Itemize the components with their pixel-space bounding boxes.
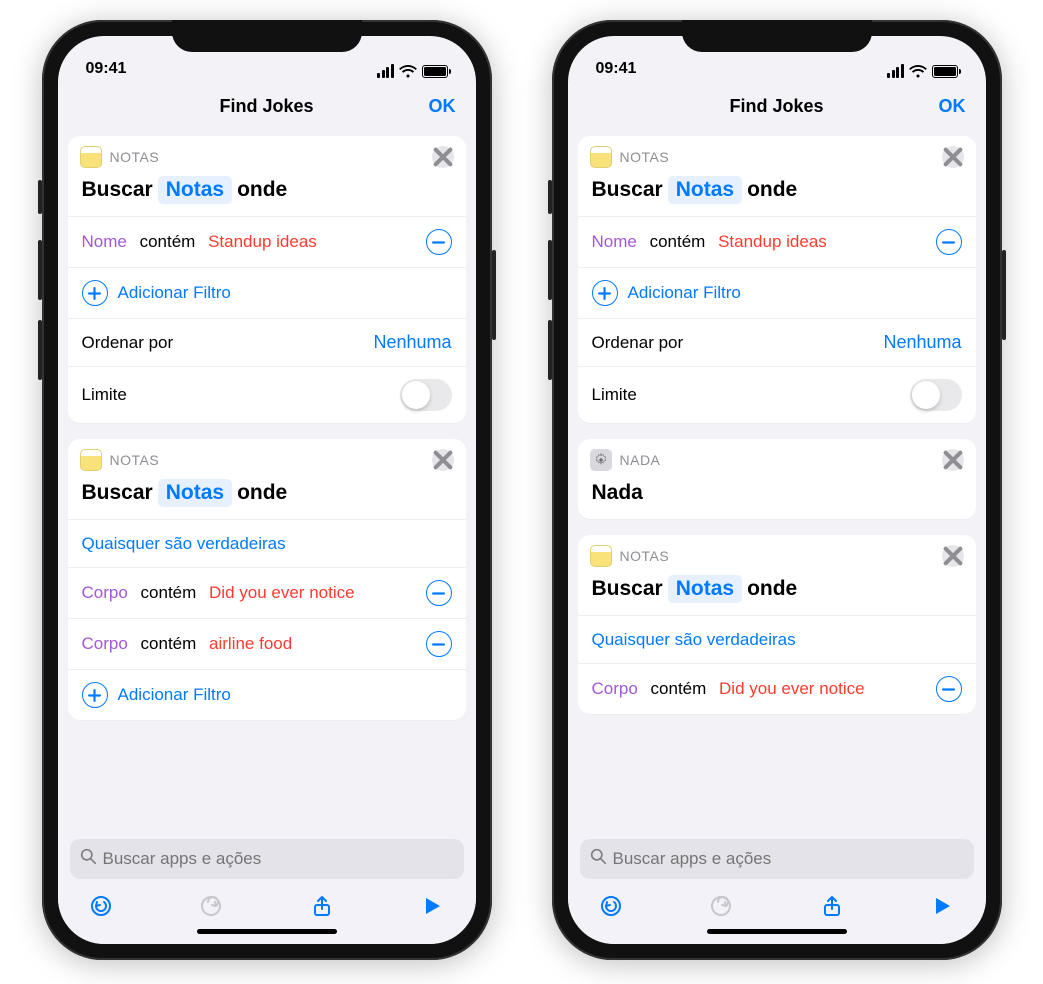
close-card-button[interactable] [432, 449, 454, 471]
search-bar[interactable] [580, 839, 974, 879]
search-bar[interactable] [70, 839, 464, 879]
nav-bar: Find Jokes OK [568, 82, 986, 130]
gear-app-icon [590, 449, 612, 471]
ok-button[interactable]: OK [429, 96, 456, 117]
action-card-find-notes-2: NOTAS Buscar Notas onde Quaisquer são ve… [578, 535, 976, 714]
notes-app-icon [590, 545, 612, 567]
add-filter-button[interactable]: Adicionar Filtro [578, 267, 976, 318]
plus-icon [82, 682, 108, 708]
notes-app-icon [80, 449, 102, 471]
home-indicator[interactable] [197, 929, 337, 934]
action-card-nada: NADA Nada [578, 439, 976, 519]
plus-icon [592, 280, 618, 306]
cellular-icon [377, 64, 394, 78]
page-title: Find Jokes [729, 96, 823, 117]
limit-toggle[interactable] [910, 379, 962, 411]
card-app-label: NOTAS [110, 149, 160, 165]
search-input[interactable] [103, 849, 454, 869]
sort-value[interactable]: Nenhuma [883, 332, 961, 353]
close-card-button[interactable] [942, 146, 964, 168]
filter-row[interactable]: Corpo contém Did you ever notice [578, 663, 976, 714]
any-true-row[interactable]: Quaisquer são verdadeiras [578, 615, 976, 663]
sort-value[interactable]: Nenhuma [373, 332, 451, 353]
action-card-find-notes-2: NOTAS Buscar Notas onde Quaisquer são ve… [68, 439, 466, 720]
filter-row[interactable]: Nome contém Standup ideas [68, 216, 466, 267]
search-input[interactable] [613, 849, 964, 869]
filter-row[interactable]: Corpo contém airline food [68, 618, 466, 669]
wifi-icon [399, 65, 417, 78]
close-card-button[interactable] [942, 449, 964, 471]
card-action-title: Buscar Notas onde [68, 174, 466, 216]
notes-token[interactable]: Notas [668, 575, 742, 603]
action-card-find-notes-1: NOTAS Buscar Notas onde Nome contém Stan… [578, 136, 976, 423]
card-app-label: NOTAS [620, 149, 670, 165]
share-button[interactable] [815, 889, 849, 923]
sort-by-row[interactable]: Ordenar por Nenhuma [68, 318, 466, 366]
remove-filter-button[interactable] [936, 676, 962, 702]
search-icon [80, 848, 97, 870]
play-button[interactable] [925, 889, 959, 923]
plus-icon [82, 280, 108, 306]
nada-title: Nada [578, 477, 976, 519]
remove-filter-button[interactable] [426, 631, 452, 657]
share-button[interactable] [305, 889, 339, 923]
add-filter-button[interactable]: Adicionar Filtro [68, 669, 466, 720]
limit-row: Limite [578, 366, 976, 423]
redo-button[interactable] [194, 889, 228, 923]
card-app-label: NOTAS [620, 548, 670, 564]
status-time: 09:41 [86, 60, 127, 78]
card-action-title: Buscar Notas onde [578, 174, 976, 216]
status-time: 09:41 [596, 60, 637, 78]
sort-by-row[interactable]: Ordenar por Nenhuma [578, 318, 976, 366]
battery-icon [422, 65, 448, 78]
notes-token[interactable]: Notas [158, 176, 232, 204]
play-button[interactable] [415, 889, 449, 923]
battery-icon [932, 65, 958, 78]
limit-toggle[interactable] [400, 379, 452, 411]
page-title: Find Jokes [219, 96, 313, 117]
card-action-title: Buscar Notas onde [578, 573, 976, 615]
filter-row[interactable]: Corpo contém Did you ever notice [68, 567, 466, 618]
close-card-button[interactable] [942, 545, 964, 567]
undo-button[interactable] [594, 889, 628, 923]
home-indicator[interactable] [707, 929, 847, 934]
notes-token[interactable]: Notas [158, 479, 232, 507]
notes-app-icon [590, 146, 612, 168]
notes-app-icon [80, 146, 102, 168]
ok-button[interactable]: OK [939, 96, 966, 117]
remove-filter-button[interactable] [426, 580, 452, 606]
add-filter-button[interactable]: Adicionar Filtro [68, 267, 466, 318]
remove-filter-button[interactable] [426, 229, 452, 255]
filter-row[interactable]: Nome contém Standup ideas [578, 216, 976, 267]
wifi-icon [909, 65, 927, 78]
redo-button[interactable] [704, 889, 738, 923]
search-icon [590, 848, 607, 870]
any-true-row[interactable]: Quaisquer são verdadeiras [68, 519, 466, 567]
undo-button[interactable] [84, 889, 118, 923]
notes-token[interactable]: Notas [668, 176, 742, 204]
limit-row: Limite [68, 366, 466, 423]
card-action-title: Buscar Notas onde [68, 477, 466, 519]
card-app-label: NOTAS [110, 452, 160, 468]
cellular-icon [887, 64, 904, 78]
action-card-find-notes-1: NOTAS Buscar Notas onde Nome contém Stan… [68, 136, 466, 423]
close-card-button[interactable] [432, 146, 454, 168]
card-app-label: NADA [620, 452, 661, 468]
remove-filter-button[interactable] [936, 229, 962, 255]
nav-bar: Find Jokes OK [58, 82, 476, 130]
